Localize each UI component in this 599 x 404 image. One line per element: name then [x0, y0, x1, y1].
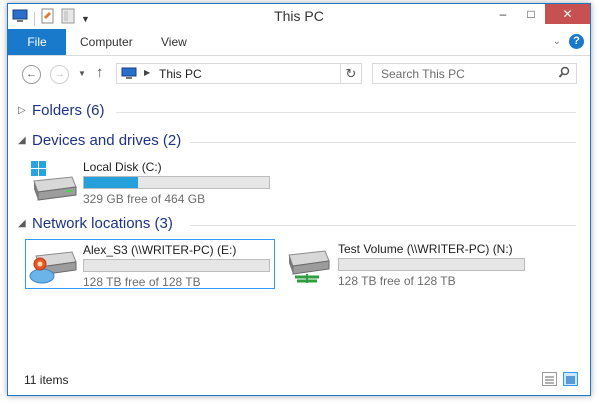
maximize-button[interactable]: □ — [517, 4, 545, 24]
back-button[interactable]: ← — [22, 65, 41, 84]
network-drive-icon — [28, 242, 78, 286]
group-network-locations[interactable]: ◢ Network locations (3) — [18, 215, 173, 232]
drive-usage-bar — [338, 258, 525, 271]
this-pc-icon — [121, 67, 137, 85]
chevron-down-icon: ◢ — [18, 218, 26, 229]
ribbon-controls: ⌄ ? — [553, 34, 584, 49]
close-button[interactable]: ✕ — [545, 4, 590, 24]
minimize-button[interactable]: – — [489, 4, 517, 24]
windows-drive-icon — [28, 159, 78, 203]
expand-ribbon-icon[interactable]: ⌄ — [553, 36, 561, 47]
item-count: 11 items — [24, 373, 69, 387]
group-label: Network locations (3) — [32, 215, 173, 232]
address-bar[interactable]: ▶ This PC ⌄ — [116, 63, 362, 84]
group-label: Devices and drives (2) — [32, 132, 182, 149]
group-divider — [190, 142, 576, 143]
drive-free-space: 329 GB free of 464 GB — [83, 192, 206, 206]
drive-usage-bar — [83, 176, 270, 189]
drive-free-space: 128 TB free of 128 TB — [83, 275, 201, 289]
drive-name: Test Volume (\\WRITER-PC) (N:) — [338, 242, 513, 256]
forward-button[interactable]: → — [50, 65, 69, 84]
up-arrow-icon[interactable]: ↑ — [96, 64, 104, 81]
search-icon[interactable] — [558, 66, 570, 85]
tab-file[interactable]: File — [8, 29, 66, 55]
recent-locations-icon[interactable]: ▼ — [78, 69, 86, 78]
drive-alex-s3-e[interactable]: Alex_S3 (\\WRITER-PC) (E:) 128 TB free o… — [25, 239, 275, 289]
content-pane: ▷ Folders (6) ◢ Devices and drives (2) L… — [8, 94, 590, 364]
drive-name: Alex_S3 (\\WRITER-PC) (E:) — [83, 243, 237, 257]
network-drive-icon — [283, 241, 333, 285]
chevron-down-icon: ◢ — [18, 135, 26, 146]
drive-usage-bar — [83, 259, 270, 272]
group-divider — [190, 225, 576, 226]
status-bar: 11 items — [8, 367, 590, 393]
group-folders[interactable]: ▷ Folders (6) — [18, 102, 105, 119]
breadcrumb-chevron-icon[interactable]: ▶ — [144, 68, 150, 77]
refresh-button[interactable]: ↻ — [340, 63, 362, 84]
view-switcher — [542, 372, 578, 386]
search-placeholder: Search This PC — [381, 67, 465, 81]
tiles-view-icon[interactable] — [563, 372, 578, 386]
ribbon-tabs: File Computer View ⌄ ? — [8, 29, 590, 56]
search-input[interactable]: Search This PC — [372, 63, 577, 84]
tab-view[interactable]: View — [149, 29, 199, 55]
window-controls: – □ ✕ — [489, 4, 590, 24]
group-devices-and-drives[interactable]: ◢ Devices and drives (2) — [18, 132, 181, 149]
help-icon[interactable]: ? — [569, 34, 584, 49]
drive-usage-fill — [84, 177, 138, 188]
drive-free-space: 128 TB free of 128 TB — [338, 274, 456, 288]
drive-local-disk-c[interactable]: Local Disk (C:) 329 GB free of 464 GB — [26, 157, 274, 207]
details-view-icon[interactable] — [542, 372, 557, 386]
group-label: Folders (6) — [32, 102, 105, 119]
title-bar: ▼ This PC – □ ✕ — [8, 4, 590, 28]
chevron-right-icon: ▷ — [18, 105, 26, 116]
drive-name: Local Disk (C:) — [83, 160, 162, 174]
drive-test-volume-n[interactable]: Test Volume (\\WRITER-PC) (N:) 128 TB fr… — [281, 239, 531, 289]
address-path: This PC — [159, 67, 202, 81]
group-divider — [116, 112, 576, 113]
navigation-bar: ← → ▼ ↑ ▶ This PC ⌄ ↻ Search This PC — [8, 56, 590, 92]
explorer-window: ▼ This PC – □ ✕ File Computer View ⌄ ? ←… — [7, 3, 591, 396]
tab-computer[interactable]: Computer — [68, 29, 145, 55]
